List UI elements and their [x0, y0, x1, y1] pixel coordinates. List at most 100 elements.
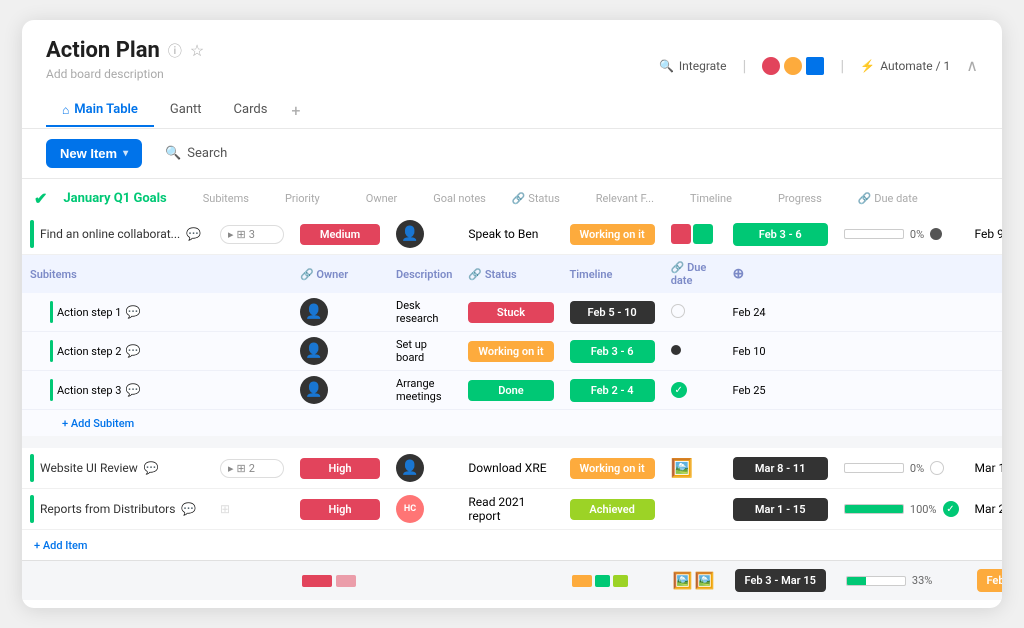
- summary-progress-bar: [846, 576, 906, 586]
- summary-notes-cell: [460, 561, 561, 601]
- subitem-comment-icon[interactable]: 💬: [125, 344, 140, 358]
- status-swatch-3: [613, 575, 628, 587]
- automate-icon: ⚡: [860, 59, 875, 73]
- subitems-number-icon: ⊞: [237, 228, 246, 241]
- progress-cell-reports: 100% ✓: [836, 489, 967, 530]
- subitem-header: Subitems 🔗 Owner Description 🔗 Status Ti…: [22, 255, 1002, 294]
- subitem-name-wrapper: Action step 3 💬: [50, 379, 204, 401]
- collapse-icon[interactable]: ∧: [966, 56, 978, 75]
- subitem-empty-2: [212, 332, 292, 371]
- add-subitem-button[interactable]: + Add Subitem: [62, 417, 134, 430]
- subitems-number: 3: [249, 228, 255, 241]
- new-item-label: New Item: [60, 146, 117, 161]
- due-date-cell: Feb 9: [967, 214, 1003, 255]
- avatar: 👤: [300, 376, 328, 404]
- divider-1: |: [742, 56, 746, 75]
- subitem-due-check-1: [663, 293, 725, 332]
- owner-cell-website: 👤: [388, 448, 460, 489]
- priority-badge[interactable]: High: [300, 458, 380, 479]
- timeline-badge[interactable]: Feb 3 - 6: [733, 223, 828, 246]
- row-title: Find an online collaborat...: [40, 227, 180, 241]
- row-indicator: [30, 220, 34, 248]
- add-column-icon[interactable]: ⊕: [733, 266, 745, 282]
- info-icon[interactable]: ⓘ: [168, 41, 182, 61]
- progress-bar: [844, 463, 904, 473]
- avatar: 👤: [300, 337, 328, 365]
- summary-progress-text: 33%: [912, 574, 932, 587]
- priority-col-label: Priority: [285, 192, 320, 205]
- new-item-button[interactable]: New Item ▾: [46, 139, 142, 168]
- subitems-col-label: Subitems: [203, 192, 249, 205]
- timeline-badge[interactable]: Feb 2 - 4: [570, 379, 655, 402]
- section-separator: [22, 436, 1002, 448]
- progress-cell: 0%: [836, 214, 967, 255]
- automate-btn[interactable]: ⚡ Automate / 1: [860, 59, 950, 73]
- search-button[interactable]: 🔍 Search: [154, 139, 238, 168]
- status-badge[interactable]: Working on it: [570, 458, 655, 479]
- subitem-row-2: Action step 2 💬 👤 Set up board Working o…: [22, 332, 1002, 371]
- header-actions: 🔍 Integrate | | ⚡ Automate / 1 ∧: [659, 56, 978, 75]
- subitem-desc-text: Arrange meetings: [396, 377, 442, 403]
- subitem-desc-3: Arrange meetings: [388, 371, 460, 410]
- comment-icon[interactable]: 💬: [181, 502, 196, 516]
- due-circle: [930, 461, 944, 475]
- summary-relevant: 🖼️ 🖼️: [673, 571, 715, 590]
- status-badge[interactable]: Stuck: [468, 302, 553, 323]
- star-icon[interactable]: ☆: [190, 41, 204, 60]
- integrate-btn[interactable]: 🔍 Integrate: [659, 59, 727, 73]
- subitems-count[interactable]: ▸ ⊞ 3: [220, 225, 284, 244]
- comment-icon[interactable]: 💬: [144, 461, 159, 475]
- progress-fill: [845, 505, 903, 513]
- row-name: Reports from Distributors 💬: [30, 495, 204, 523]
- subitem-empty-end-3: [836, 371, 1002, 410]
- notes-text: Speak to Ben: [468, 227, 538, 241]
- subitem-comment-icon[interactable]: 💬: [125, 383, 140, 397]
- subitem-indicator: [50, 301, 53, 323]
- subitems-cell: ▸ ⊞ 3: [212, 214, 292, 255]
- status-badge[interactable]: Working on it: [468, 341, 553, 362]
- subitem-name-cell-3: Action step 3 💬: [22, 371, 212, 410]
- subitems-header-label: Subitems: [30, 268, 77, 281]
- subitem-desc-label: Description: [396, 268, 452, 281]
- tab-main-table-label: Main Table: [74, 102, 138, 117]
- summary-row: 🖼️ 🖼️ Feb 3 - Mar 15 33%: [22, 561, 1002, 601]
- timeline-badge[interactable]: Feb 5 - 10: [570, 301, 655, 324]
- status-badge[interactable]: Working on it: [570, 224, 655, 245]
- subitem-status-label: 🔗 Status: [468, 268, 516, 281]
- priority-badge[interactable]: Medium: [300, 224, 380, 245]
- subitem-col-description: Description: [388, 255, 460, 294]
- status-cell-website: Working on it: [562, 448, 663, 489]
- add-subitem-cell: + Add Subitem: [22, 410, 1002, 437]
- progress-bar: [844, 229, 904, 239]
- tab-add[interactable]: +: [283, 93, 308, 128]
- tab-main-table[interactable]: ⌂ Main Table: [46, 94, 154, 127]
- integration-icon-2: [784, 57, 802, 75]
- timeline-badge[interactable]: Mar 1 - 15: [733, 498, 828, 521]
- subitem-name-cell-1: Action step 1 💬: [22, 293, 212, 332]
- row-name-cell: Find an online collaborat... 💬: [22, 214, 212, 255]
- summary-status-swatches: [572, 575, 653, 587]
- subitems-label-cell: Subitems: [22, 255, 292, 294]
- timeline-badge[interactable]: Mar 8 - 11: [733, 457, 828, 480]
- integration-icon-3: [806, 57, 824, 75]
- add-item-button[interactable]: + Add Item: [34, 539, 88, 552]
- subitem-desc-2: Set up board: [388, 332, 460, 371]
- subitem-comment-icon[interactable]: 💬: [125, 305, 140, 319]
- add-item-row: + Add Item: [22, 530, 1002, 561]
- status-badge[interactable]: Achieved: [570, 499, 655, 520]
- status-badge[interactable]: Done: [468, 380, 553, 401]
- tab-gantt[interactable]: Gantt: [154, 94, 218, 127]
- relevant-cell-reports: [663, 489, 725, 530]
- subitems-count[interactable]: ▸ ⊞ 2: [220, 459, 284, 478]
- due-date-text: Mar 22: [975, 502, 1003, 516]
- timeline-badge[interactable]: Feb 3 - 6: [570, 340, 655, 363]
- subitem-name: Action step 2: [57, 345, 121, 358]
- priority-badge[interactable]: High: [300, 499, 380, 520]
- comment-icon[interactable]: 💬: [186, 227, 201, 241]
- tab-cards[interactable]: Cards: [218, 94, 284, 127]
- integration-icon-1: [762, 57, 780, 75]
- progress-col-label: Progress: [778, 192, 822, 205]
- section-meta: ✔ January Q1 Goals Subitems Priority Own…: [34, 189, 1002, 208]
- timeline-cell-website: Mar 8 - 11: [725, 448, 836, 489]
- integrate-label: Integrate: [679, 59, 727, 73]
